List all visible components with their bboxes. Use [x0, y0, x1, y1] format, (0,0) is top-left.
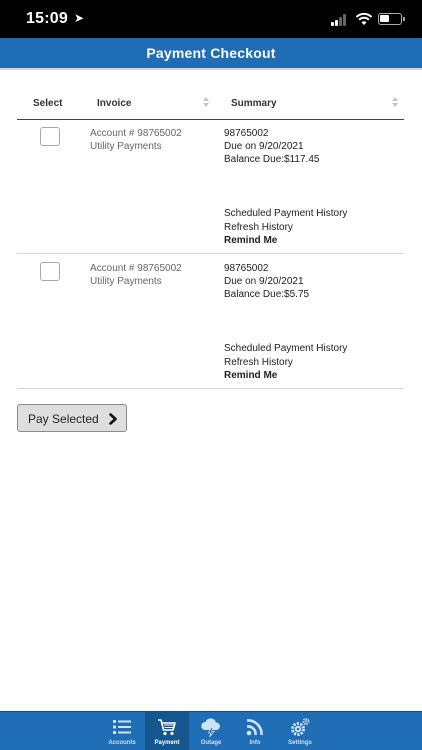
- wifi-icon: [355, 12, 373, 25]
- remind-me-link[interactable]: Remind Me: [224, 369, 347, 383]
- balance-due: Balance Due:$5.75: [224, 289, 310, 300]
- location-arrow-icon: ➤: [74, 11, 85, 25]
- chevron-right-icon: [109, 413, 117, 425]
- tab-info[interactable]: Info: [233, 712, 277, 750]
- battery-icon: [378, 13, 405, 25]
- tab-outage[interactable]: Outage: [189, 712, 233, 750]
- tab-accounts[interactable]: Accounts: [100, 712, 144, 750]
- gears-icon: [291, 718, 310, 736]
- invoice-cell: Account # 98765002 Utility Payments: [90, 127, 182, 153]
- scheduled-payment-history-link[interactable]: Scheduled Payment History: [224, 207, 347, 221]
- page-title: Payment Checkout: [146, 45, 276, 61]
- column-header-invoice[interactable]: Invoice: [97, 98, 131, 109]
- pay-selected-button[interactable]: Pay Selected: [17, 404, 127, 432]
- invoice-cell: Account # 98765002 Utility Payments: [90, 262, 182, 288]
- account-type: Utility Payments: [90, 141, 162, 152]
- refresh-history-link[interactable]: Refresh History: [224, 221, 347, 235]
- cart-icon: [158, 719, 176, 736]
- due-date: Due on 9/20/2021: [224, 141, 304, 152]
- table-row: Account # 98765002 Utility Payments 9876…: [17, 120, 404, 254]
- remind-me-link[interactable]: Remind Me: [224, 234, 347, 248]
- status-time: 15:09: [26, 10, 68, 27]
- nav-bar: Payment Checkout: [0, 38, 422, 68]
- sort-invoice-icon[interactable]: [203, 97, 210, 109]
- refresh-history-link[interactable]: Refresh History: [224, 356, 347, 370]
- tab-label: Settings: [288, 740, 312, 746]
- status-bar: 15:09 ➤: [0, 0, 422, 38]
- table-header: Select Invoice Summary: [17, 94, 404, 120]
- sort-summary-icon[interactable]: [392, 97, 399, 109]
- cellular-signal-icon: [331, 14, 349, 26]
- account-number: Account # 98765002: [90, 263, 182, 274]
- table-row: Account # 98765002 Utility Payments 9876…: [17, 255, 404, 389]
- column-header-summary[interactable]: Summary: [231, 98, 277, 109]
- tab-label: Payment: [154, 740, 180, 746]
- summary-id: 98765002: [224, 128, 269, 139]
- column-header-select: Select: [33, 98, 63, 109]
- select-checkbox[interactable]: [40, 262, 60, 281]
- tab-settings[interactable]: Settings: [278, 712, 322, 750]
- balance-due: Balance Due:$117.45: [224, 154, 320, 165]
- list-icon: [113, 720, 131, 734]
- tab-bar: Accounts Payment Outage Info Settings: [0, 711, 422, 750]
- account-number: Account # 98765002: [90, 128, 182, 139]
- tab-label: Outage: [200, 740, 222, 746]
- tab-label: Info: [249, 740, 261, 746]
- pay-selected-label: Pay Selected: [28, 412, 99, 426]
- account-type: Utility Payments: [90, 276, 162, 287]
- nav-divider: [0, 68, 422, 70]
- rss-icon: [246, 719, 263, 736]
- tab-payment[interactable]: Payment: [145, 712, 189, 750]
- summary-cell: 98765002 Due on 9/20/2021 Balance Due:$5…: [224, 262, 309, 301]
- summary-cell: 98765002 Due on 9/20/2021 Balance Due:$1…: [224, 127, 319, 166]
- select-checkbox[interactable]: [40, 127, 60, 146]
- tab-label: Accounts: [108, 740, 136, 746]
- due-date: Due on 9/20/2021: [224, 276, 304, 287]
- summary-id: 98765002: [224, 263, 269, 274]
- row-actions: Scheduled Payment History Refresh Histor…: [224, 207, 347, 248]
- row-actions: Scheduled Payment History Refresh Histor…: [224, 342, 347, 383]
- cloud-lightning-icon: [201, 718, 220, 737]
- scheduled-payment-history-link[interactable]: Scheduled Payment History: [224, 342, 347, 356]
